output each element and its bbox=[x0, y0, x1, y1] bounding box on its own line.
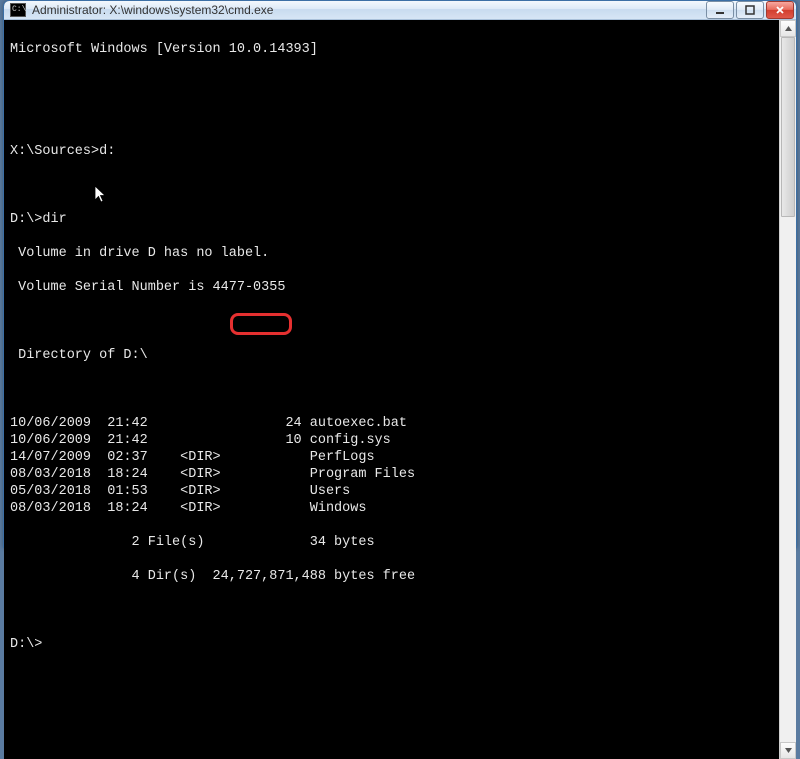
titlebar[interactable]: C:\ Administrator: X:\windows\system32\c… bbox=[4, 1, 796, 20]
client-area: Microsoft Windows [Version 10.0.14393] X… bbox=[4, 20, 796, 759]
vertical-scrollbar[interactable] bbox=[779, 20, 796, 759]
summary-dirs: 4 Dir(s) 24,727,871,488 bytes free bbox=[10, 568, 779, 585]
window-controls bbox=[706, 1, 794, 19]
scroll-thumb[interactable] bbox=[781, 37, 795, 217]
scroll-up-button[interactable] bbox=[780, 20, 796, 37]
prompt-line: D:\>dir bbox=[10, 211, 779, 228]
directory-listing: 10/06/2009 21:42 24 autoexec.bat 10/06/2… bbox=[10, 416, 415, 516]
os-header: Microsoft Windows [Version 10.0.14393] bbox=[10, 41, 779, 58]
prompt-line: X:\Sources>d: bbox=[10, 143, 779, 160]
minimize-button[interactable] bbox=[706, 1, 734, 19]
scroll-track[interactable] bbox=[780, 37, 796, 742]
volume-line: Volume in drive D has no label. bbox=[10, 245, 779, 262]
prompt-line: D:\> bbox=[10, 636, 779, 653]
maximize-button[interactable] bbox=[736, 1, 764, 19]
window-title: Administrator: X:\windows\system32\cmd.e… bbox=[32, 3, 706, 17]
cmd-window: C:\ Administrator: X:\windows\system32\c… bbox=[3, 0, 797, 548]
directory-of-line: Directory of D:\ bbox=[10, 347, 779, 364]
close-button[interactable] bbox=[766, 1, 794, 19]
summary-files: 2 File(s) 34 bytes bbox=[10, 534, 779, 551]
terminal-output[interactable]: Microsoft Windows [Version 10.0.14393] X… bbox=[4, 20, 779, 759]
scroll-down-button[interactable] bbox=[780, 742, 796, 759]
volume-line: Volume Serial Number is 4477-0355 bbox=[10, 279, 779, 296]
cmd-icon: C:\ bbox=[10, 3, 26, 17]
